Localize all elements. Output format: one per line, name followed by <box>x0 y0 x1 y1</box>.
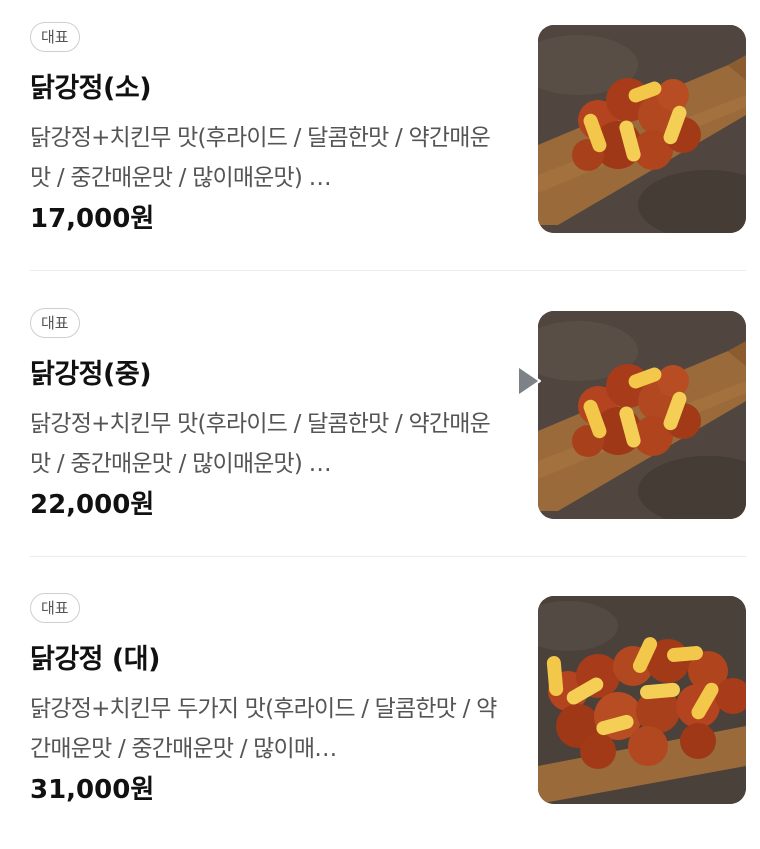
play-arrow-icon[interactable] <box>516 364 542 398</box>
fried-chicken-board-photo-icon <box>538 25 746 233</box>
menu-item-price: 31,000원 <box>30 775 155 805</box>
menu-item-large[interactable]: 대표 닭강정 (대) 닭강정+치킨무 두가지 맛(후라이드 / 달콤한맛 / 약… <box>30 593 746 813</box>
item-divider <box>30 270 746 271</box>
menu-item-description: 닭강정+치킨무 두가지 맛(후라이드 / 달콤한맛 / 약간매운맛 / 중간매운… <box>30 696 497 762</box>
item-divider <box>30 556 746 557</box>
representative-badge: 대표 <box>30 22 80 52</box>
menu-item-medium[interactable]: 대표 닭강정(중) 닭강정+치킨무 맛(후라이드 / 달콤한맛 / 약간매운맛 … <box>30 308 746 528</box>
menu-item-name: 닭강정(소) <box>30 73 152 104</box>
menu-item-description: 닭강정+치킨무 맛(후라이드 / 달콤한맛 / 약간매운맛 / 중간매운맛 / … <box>30 125 491 191</box>
fried-chicken-board-photo-icon <box>538 596 746 804</box>
menu-item-photo[interactable] <box>538 25 746 233</box>
menu-item-name: 닭강정(중) <box>30 359 152 390</box>
representative-badge: 대표 <box>30 593 80 623</box>
fried-chicken-board-photo-icon <box>538 311 746 519</box>
menu-item-name: 닭강정 (대) <box>30 644 160 675</box>
menu-item-photo[interactable] <box>538 596 746 804</box>
menu-item-price: 22,000원 <box>30 490 155 520</box>
menu-item-small[interactable]: 대표 닭강정(소) 닭강정+치킨무 맛(후라이드 / 달콤한맛 / 약간매운맛 … <box>30 22 746 242</box>
representative-badge: 대표 <box>30 308 80 338</box>
menu-item-description: 닭강정+치킨무 맛(후라이드 / 달콤한맛 / 약간매운맛 / 중간매운맛 / … <box>30 411 491 477</box>
menu-item-price: 17,000원 <box>30 204 155 234</box>
menu-item-photo[interactable] <box>538 311 746 519</box>
